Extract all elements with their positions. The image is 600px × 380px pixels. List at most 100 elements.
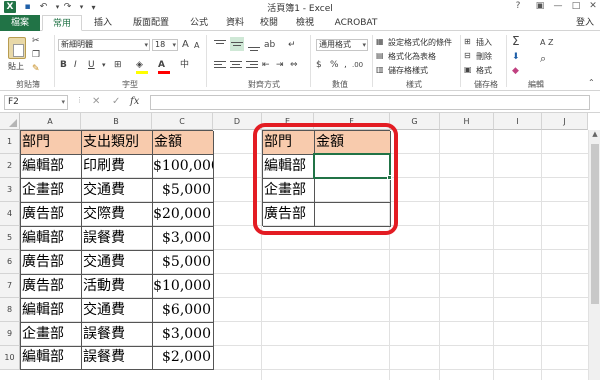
close-button[interactable]: ✕ [587, 1, 599, 11]
tab-page-layout[interactable]: 版面配置 [122, 15, 180, 31]
increase-decimal-icon[interactable]: .00 [352, 59, 363, 71]
table-cell[interactable]: 交通費 [82, 251, 153, 275]
row-header-4[interactable]: 4 [0, 202, 20, 226]
row-header-1[interactable]: 1 [0, 130, 20, 154]
table-cell[interactable]: 編輯部 [21, 299, 82, 323]
table-header-cell[interactable]: 部門 [21, 131, 82, 155]
align-center-icon[interactable] [230, 59, 242, 71]
help-icon[interactable]: ? [512, 1, 524, 11]
font-size-select[interactable]: 18 ▾ [152, 39, 178, 51]
table-cell[interactable]: $10,000 [153, 275, 214, 299]
scroll-thumb[interactable] [591, 144, 599, 304]
column-header-j[interactable]: J [542, 113, 588, 130]
borders-icon[interactable]: ⊞ [114, 59, 122, 71]
align-top-icon[interactable] [214, 39, 226, 51]
shrink-font-icon[interactable]: A [194, 40, 199, 52]
name-box[interactable]: F2 ▾ [4, 95, 68, 110]
tab-acrobat[interactable]: ACROBAT [326, 15, 386, 31]
tab-home[interactable]: 常用 [42, 15, 82, 31]
phonetic-icon[interactable]: 中 [180, 59, 189, 71]
column-header-h[interactable]: H [440, 113, 494, 130]
comma-style-icon[interactable]: , [344, 59, 347, 71]
ribbon-display-icon[interactable]: ▣ [534, 1, 546, 11]
conditional-format-button[interactable]: 設定格式化的條件 [388, 37, 452, 48]
tab-review[interactable]: 校閱 [252, 15, 286, 31]
row-header-9[interactable]: 9 [0, 322, 20, 346]
indent-icon[interactable]: ⇤ [262, 59, 270, 71]
table-cell[interactable]: $3,000 [153, 227, 214, 251]
row-header-8[interactable]: 8 [0, 298, 20, 322]
table-cell[interactable]: 誤餐費 [82, 323, 153, 347]
table-cell[interactable]: 交通費 [82, 179, 153, 203]
column-header-g[interactable]: G [390, 113, 440, 130]
wrap-text-icon[interactable]: ↵ [288, 39, 296, 51]
format-as-table-button[interactable]: 格式化為表格 [388, 51, 436, 62]
paste-icon[interactable] [8, 37, 26, 59]
bold-button[interactable]: B [60, 59, 67, 71]
table-cell[interactable]: $2,000 [153, 346, 214, 370]
currency-icon[interactable]: $ [316, 59, 322, 71]
tab-view[interactable]: 檢視 [288, 15, 322, 31]
column-header-c[interactable]: C [152, 113, 213, 130]
row-header-7[interactable]: 7 [0, 274, 20, 298]
restore-button[interactable]: □ [570, 1, 582, 11]
column-header-b[interactable]: B [81, 113, 152, 130]
table-cell[interactable]: 廣告部 [21, 203, 82, 227]
column-header-i[interactable]: I [494, 113, 542, 130]
grow-font-icon[interactable]: A [182, 39, 189, 51]
table-cell[interactable]: 活動費 [82, 275, 153, 299]
table-cell[interactable]: $100,000 [153, 155, 214, 179]
table-cell[interactable]: 誤餐費 [82, 346, 153, 370]
table-header-cell[interactable]: 支出類別 [82, 131, 153, 155]
outdent-icon[interactable]: ⇥ [276, 59, 284, 71]
italic-button[interactable]: I [74, 59, 77, 71]
find-select-icon[interactable]: ⌕ [540, 53, 546, 65]
vertical-scrollbar[interactable]: ▲ [588, 130, 600, 380]
insert-cells-button[interactable]: 插入 [476, 37, 492, 48]
orientation-icon[interactable]: ab [264, 39, 275, 51]
insert-function-button[interactable]: fx [130, 96, 139, 107]
table-cell[interactable]: $3,000 [153, 323, 214, 347]
format-painter-icon[interactable]: ✎ [32, 63, 40, 75]
fill-color-icon[interactable]: ◈ [136, 59, 143, 71]
table-cell[interactable]: 企畫部 [21, 179, 82, 203]
table-cell[interactable]: $5,000 [153, 251, 214, 275]
sort-filter-icon[interactable]: A Z [540, 37, 554, 49]
minimize-button[interactable]: — [552, 1, 564, 11]
row-header-6[interactable]: 6 [0, 250, 20, 274]
table-cell[interactable]: 編輯部 [21, 346, 82, 370]
row-header-3[interactable]: 3 [0, 178, 20, 202]
table-cell[interactable]: 交際費 [82, 203, 153, 227]
table-cell[interactable]: 編輯部 [21, 155, 82, 179]
align-left-icon[interactable] [214, 59, 226, 71]
autosum-icon[interactable]: Σ [512, 35, 520, 47]
worksheet-grid[interactable]: A B C D E F G H I J 1 2 3 4 5 6 7 8 9 10… [0, 113, 600, 380]
confirm-entry-button[interactable]: ✓ [112, 96, 120, 107]
cut-icon[interactable]: ✂ [32, 35, 40, 47]
cell-styles-button[interactable]: 儲存格樣式 [388, 65, 428, 76]
cancel-entry-button[interactable]: ✕ [92, 96, 100, 107]
clear-icon[interactable]: ◆ [512, 65, 519, 77]
table-cell[interactable]: 企畫部 [21, 323, 82, 347]
table-cell[interactable]: $5,000 [153, 179, 214, 203]
collapse-ribbon-icon[interactable]: ⌃ [588, 77, 595, 89]
align-right-icon[interactable] [246, 59, 258, 71]
table-cell[interactable]: 交通費 [82, 299, 153, 323]
table-cell[interactable]: 廣告部 [21, 275, 82, 299]
paste-button-label[interactable]: 貼上 [8, 61, 24, 72]
copy-icon[interactable]: ❐ [32, 49, 40, 61]
row-header-2[interactable]: 2 [0, 154, 20, 178]
percent-icon[interactable]: % [330, 59, 339, 71]
table-cell[interactable]: $6,000 [153, 299, 214, 323]
sign-in-link[interactable]: 登入 [576, 15, 594, 31]
row-header-10[interactable]: 10 [0, 346, 20, 370]
delete-cells-button[interactable]: 刪除 [476, 51, 492, 62]
font-color-icon[interactable]: A [158, 59, 165, 71]
underline-dropdown-icon[interactable]: ▾ [102, 59, 106, 71]
table-header-cell[interactable]: 金額 [153, 131, 214, 155]
align-middle-icon[interactable] [230, 37, 244, 51]
fill-icon[interactable]: ⬇ [512, 51, 520, 63]
tab-file[interactable]: 檔案 [0, 15, 40, 31]
table-cell[interactable]: $20,000 [153, 203, 214, 227]
column-header-a[interactable]: A [20, 113, 81, 130]
